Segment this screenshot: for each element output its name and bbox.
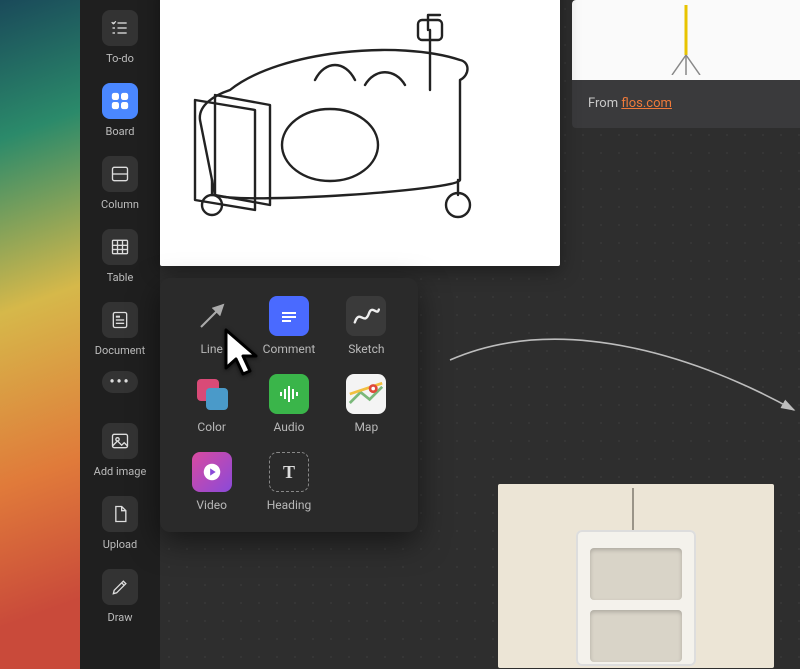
popup-label: Line <box>200 342 222 356</box>
popup-item-heading[interactable]: T Heading <box>255 452 322 528</box>
draw-icon <box>102 569 138 605</box>
popup-label: Heading <box>267 498 312 512</box>
popup-label: Color <box>197 420 225 434</box>
sidebar-label: Add image <box>94 465 147 478</box>
desktop-wallpaper <box>0 0 80 669</box>
sidebar-item-add-image[interactable]: Add image <box>80 413 160 486</box>
column-icon <box>102 156 138 192</box>
sidebar-item-document[interactable]: Document <box>80 292 160 365</box>
sidebar-label: Column <box>101 198 139 211</box>
map-icon <box>346 374 386 414</box>
color-icon <box>192 374 232 414</box>
popup-item-comment[interactable]: Comment <box>255 296 322 372</box>
sidebar-item-board[interactable]: Board <box>80 73 160 146</box>
line-icon <box>192 296 232 336</box>
more-icon: ••• <box>102 371 138 393</box>
upload-icon <box>102 496 138 532</box>
connector-arrow[interactable] <box>444 330 800 440</box>
board-canvas[interactable]: https://v From flos.com <box>160 0 800 669</box>
sketch-drawing <box>160 0 560 266</box>
sidebar-item-table[interactable]: Table <box>80 219 160 292</box>
sidebar-label: Board <box>106 125 135 138</box>
shelf-photo-card[interactable] <box>498 484 774 668</box>
popup-label: Audio <box>274 420 305 434</box>
audio-icon <box>269 374 309 414</box>
todo-icon <box>102 10 138 46</box>
popup-item-video[interactable]: Video <box>178 452 245 528</box>
sidebar-item-draw[interactable]: Draw <box>80 559 160 632</box>
sidebar-label: Draw <box>108 611 133 624</box>
heading-icon: T <box>269 452 309 492</box>
video-icon <box>192 452 232 492</box>
insert-tool-popup: Line Comment Sketch Color Audio <box>160 278 418 532</box>
sketch-icon <box>346 296 386 336</box>
popup-item-sketch[interactable]: Sketch <box>333 296 400 372</box>
popup-label: Comment <box>263 342 316 356</box>
sketch-card[interactable] <box>160 0 560 266</box>
sidebar-label: Table <box>107 271 134 284</box>
popup-item-map[interactable]: Map <box>333 374 400 450</box>
source-prefix: From <box>588 96 621 111</box>
board-icon <box>102 83 138 119</box>
popup-item-line[interactable]: Line <box>178 296 245 372</box>
shelf-unit <box>576 530 696 666</box>
source-caption: From flos.com <box>588 96 672 111</box>
sidebar-label: Document <box>95 344 145 357</box>
popup-label: Video <box>196 498 227 512</box>
popup-item-color[interactable]: Color <box>178 374 245 450</box>
popup-label: Sketch <box>348 342 384 356</box>
source-thumbnail <box>572 0 800 80</box>
popup-item-audio[interactable]: Audio <box>255 374 322 450</box>
popup-label: Map <box>354 420 378 434</box>
source-link[interactable]: flos.com <box>621 96 672 111</box>
sidebar: To-do Board Column Table Document ••• Ad… <box>80 0 160 669</box>
table-icon <box>102 229 138 265</box>
sidebar-item-more[interactable]: ••• <box>80 365 160 413</box>
sidebar-item-todo[interactable]: To-do <box>80 0 160 73</box>
shelf-cord <box>632 488 634 532</box>
image-source-card[interactable]: From flos.com <box>572 0 800 128</box>
document-icon <box>102 302 138 338</box>
sidebar-item-upload[interactable]: Upload <box>80 486 160 559</box>
sidebar-label: To-do <box>106 52 134 65</box>
comment-icon <box>269 296 309 336</box>
sidebar-item-column[interactable]: Column <box>80 146 160 219</box>
image-icon <box>102 423 138 459</box>
sidebar-label: Upload <box>103 538 137 551</box>
